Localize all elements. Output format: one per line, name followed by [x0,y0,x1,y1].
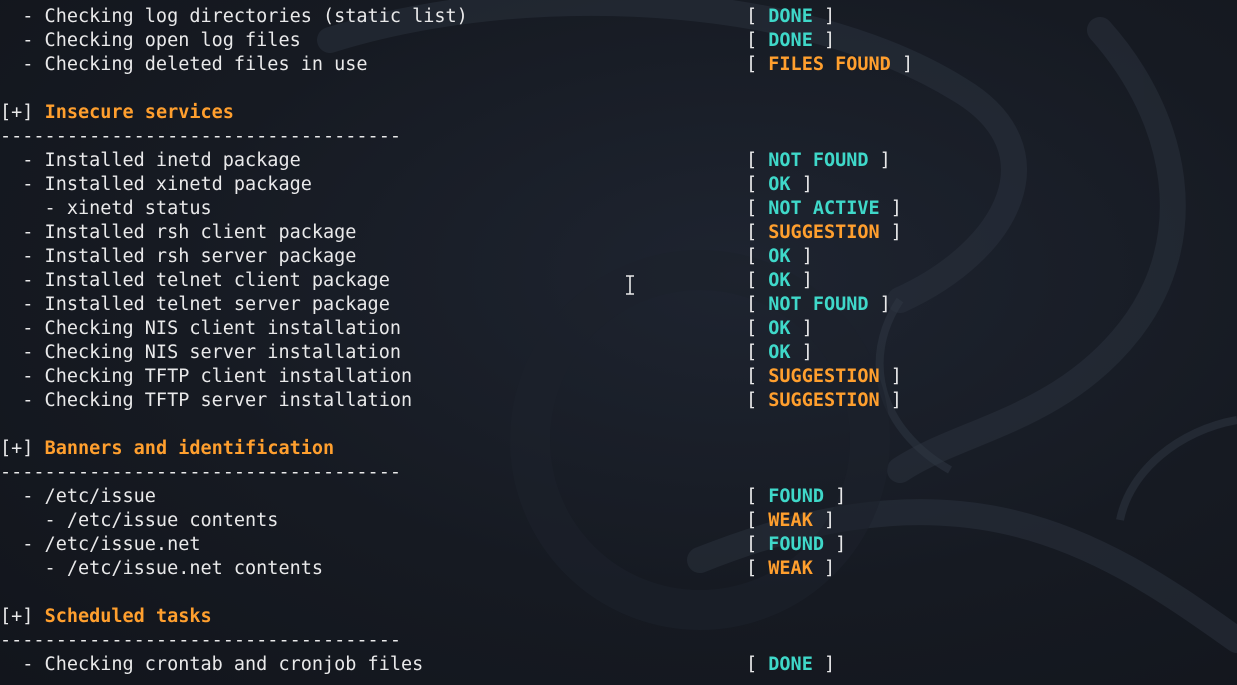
status-value: SUGGESTION [768,390,880,411]
check-line: - Installed xinetd package [ OK ] [0,173,1237,197]
status-badge: [ FILES FOUND ] [746,54,914,75]
status-badge: [ SUGGESTION ] [746,366,902,387]
status-value: OK [768,246,791,267]
check-line: - Installed rsh client package [ SUGGESTI… [0,221,1237,245]
status-badge: [ DONE ] [746,30,836,51]
status-badge: [ OK ] [746,318,813,339]
check-line: - Checking NIS client installation [ OK ] [0,317,1237,341]
section-prefix: [+] [0,438,45,459]
status-badge: [ DONE ] [746,6,836,27]
check-label: - Checking NIS client installation [0,318,401,339]
check-line: - Checking open log files [ DONE ] [0,29,1237,53]
status-value: WEAK [768,558,813,579]
status-value: FILES FOUND [768,54,891,75]
check-line: - Installed telnet server package [ NOT F… [0,293,1237,317]
terminal-output[interactable]: - Checking log directories (static list)… [0,0,1237,685]
check-label: - /etc/issue [0,486,156,507]
status-value: NOT FOUND [768,150,869,171]
check-line: - Installed inetd package [ NOT FOUND ] [0,149,1237,173]
check-label: - Installed rsh client package [0,222,357,243]
status-badge: [ NOT FOUND ] [746,150,891,171]
section-header: [+] Scheduled tasks [0,605,1237,629]
check-label: - Installed xinetd package [0,174,312,195]
check-line: - Checking TFTP server installation [ SUG… [0,389,1237,413]
check-line: - /etc/issue contents [ WEAK ] [0,509,1237,533]
status-value: OK [768,342,791,363]
check-label: - Installed telnet client package [0,270,390,291]
check-label: - Checking open log files [0,30,301,51]
check-label: - Checking NIS server installation [0,342,401,363]
status-badge: [ SUGGESTION ] [746,390,902,411]
check-line: - Installed rsh server package [ OK ] [0,245,1237,269]
section-title: Insecure services [44,102,234,123]
check-label: - Checking TFTP client installation [0,366,413,387]
status-badge: [ WEAK ] [746,558,836,579]
divider-text: ------------------------------------ [0,126,401,147]
check-line: - Checking log directories (static list)… [0,5,1237,29]
check-label: - xinetd status [0,198,212,219]
status-value: NOT ACTIVE [768,198,880,219]
status-value: WEAK [768,510,813,531]
status-badge: [ NOT FOUND ] [746,294,891,315]
check-line: - Checking TFTP client installation [ SUG… [0,365,1237,389]
status-value: SUGGESTION [768,366,880,387]
status-badge: [ WEAK ] [746,510,836,531]
check-label: - Checking log directories (static list) [0,6,468,27]
section-prefix: [+] [0,606,45,627]
status-value: SUGGESTION [768,222,880,243]
status-value: FOUND [768,534,824,555]
status-badge: [ NOT ACTIVE ] [746,198,902,219]
check-label: - Installed telnet server package [0,294,390,315]
divider-text: ------------------------------------ [0,462,401,483]
check-label: - /etc/issue.net [0,534,201,555]
divider-text: ------------------------------------ [0,630,401,651]
status-value: OK [768,318,791,339]
status-value: OK [768,174,791,195]
status-value: OK [768,270,791,291]
status-badge: [ OK ] [746,174,813,195]
check-label: - Checking TFTP server installation [0,390,413,411]
section-divider: ------------------------------------ [0,461,1237,485]
status-value: DONE [768,6,813,27]
section-header: [+] Insecure services [0,101,1237,125]
check-label: - Installed inetd package [0,150,301,171]
section-title: Banners and identification [44,438,335,459]
status-badge: [ SUGGESTION ] [746,222,902,243]
status-badge: [ OK ] [746,342,813,363]
check-line: - /etc/issue.net contents [ WEAK ] [0,557,1237,581]
check-label: - /etc/issue.net contents [0,558,324,579]
section-title: Scheduled tasks [44,606,212,627]
status-value: NOT FOUND [768,294,869,315]
status-badge: [ FOUND ] [746,486,847,507]
status-badge: [ OK ] [746,246,813,267]
status-value: FOUND [768,486,824,507]
status-badge: [ OK ] [746,270,813,291]
check-line: - Installed telnet client package [ OK ] [0,269,1237,293]
check-line: - Checking crontab and cronjob files [ DO… [0,653,1237,677]
check-line: - xinetd status [ NOT ACTIVE ] [0,197,1237,221]
check-line: - Checking NIS server installation [ OK ] [0,341,1237,365]
check-line: - /etc/issue [ FOUND ] [0,485,1237,509]
section-divider: ------------------------------------ [0,629,1237,653]
check-label: - Installed rsh server package [0,246,357,267]
section-header: [+] Banners and identification [0,437,1237,461]
status-value: DONE [768,30,813,51]
check-label: - Checking deleted files in use [0,54,368,75]
status-badge: [ FOUND ] [746,534,847,555]
check-line: - Checking deleted files in use [ FILES F… [0,53,1237,77]
check-line: - /etc/issue.net [ FOUND ] [0,533,1237,557]
check-label: - /etc/issue contents [0,510,279,531]
text-cursor-icon [626,275,634,295]
section-divider: ------------------------------------ [0,125,1237,149]
status-value: DONE [768,654,813,675]
status-badge: [ DONE ] [746,654,836,675]
section-prefix: [+] [0,102,45,123]
check-label: - Checking crontab and cronjob files [0,654,424,675]
